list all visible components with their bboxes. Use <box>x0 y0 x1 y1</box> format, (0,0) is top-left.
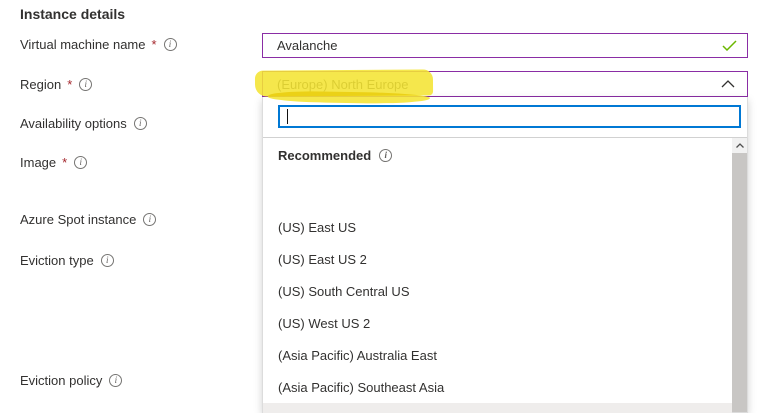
region-option[interactable]: (US) West US 2 <box>263 307 732 339</box>
region-option[interactable]: (Asia Pacific) Australia East <box>263 339 732 371</box>
region-search-field[interactable] <box>278 105 741 128</box>
field-label-row-azure-spot-instance: Azure Spot instance i <box>20 210 156 228</box>
field-label-row-region: Region * i <box>20 75 92 93</box>
field-label: Region <box>20 77 61 92</box>
info-icon[interactable]: i <box>143 213 156 226</box>
field-label-row-eviction-type: Eviction type i <box>20 251 114 269</box>
region-option-selected[interactable]: (Europe) North Europe <box>263 403 732 413</box>
info-icon[interactable]: i <box>134 117 147 130</box>
info-icon[interactable]: i <box>101 254 114 267</box>
info-icon[interactable]: i <box>379 149 392 162</box>
chevron-up-icon <box>721 80 735 88</box>
field-label: Azure Spot instance <box>20 212 136 227</box>
field-label: Virtual machine name <box>20 37 146 52</box>
region-dropdown[interactable]: (Europe) North Europe <box>262 71 748 97</box>
region-search-input[interactable] <box>280 107 739 126</box>
region-option[interactable]: (Asia Pacific) Southeast Asia <box>263 371 732 403</box>
required-marker: * <box>152 37 157 52</box>
field-label: Eviction type <box>20 253 94 268</box>
field-label: Image <box>20 155 56 170</box>
required-marker: * <box>67 77 72 92</box>
info-icon[interactable]: i <box>164 38 177 51</box>
section-title: Instance details <box>20 6 125 22</box>
region-options-list: Recommended i (US) East US (US) East US … <box>263 137 747 412</box>
vm-name-input[interactable]: Avalanche <box>262 33 748 58</box>
info-icon[interactable]: i <box>109 374 122 387</box>
region-option[interactable]: (US) East US 2 <box>263 243 732 275</box>
field-label-row-eviction-policy: Eviction policy i <box>20 371 122 389</box>
group-header-label: Recommended <box>278 148 371 163</box>
region-dropdown-panel: Recommended i (US) East US (US) East US … <box>262 97 748 413</box>
field-label: Availability options <box>20 116 127 131</box>
vm-create-instance-details-section: Instance details Virtual machine name * i… <box>0 0 769 413</box>
region-selected-value: (Europe) North Europe <box>277 77 721 92</box>
group-header-recommended: Recommended i <box>263 139 732 171</box>
field-label-row-availability-options: Availability options i <box>20 114 147 132</box>
info-icon[interactable]: i <box>79 78 92 91</box>
info-icon[interactable]: i <box>74 156 87 169</box>
checkmark-icon <box>722 40 737 51</box>
region-option[interactable]: (US) East US <box>263 211 732 243</box>
scrollbar-thumb[interactable] <box>732 153 747 412</box>
chevron-up-small-icon <box>736 143 744 148</box>
field-label: Eviction policy <box>20 373 102 388</box>
scrollbar[interactable] <box>732 138 747 412</box>
vm-name-value: Avalanche <box>277 38 722 53</box>
field-label-row-image: Image * i <box>20 153 87 171</box>
required-marker: * <box>62 155 67 170</box>
field-label-row-vm-name: Virtual machine name * i <box>20 35 177 53</box>
scroll-up-button[interactable] <box>732 138 747 153</box>
region-option[interactable]: (US) South Central US <box>263 275 732 307</box>
text-caret <box>287 109 288 124</box>
